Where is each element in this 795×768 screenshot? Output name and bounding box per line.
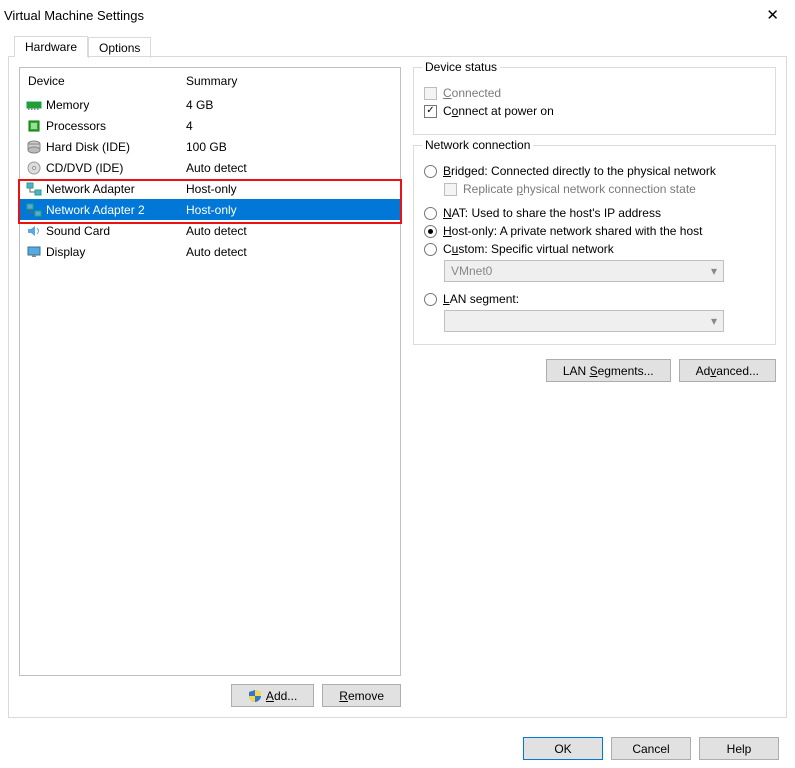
device-name: Hard Disk (IDE) (46, 140, 186, 154)
nic-icon (26, 181, 42, 197)
lansegment-radio[interactable] (424, 293, 437, 306)
header-device: Device (28, 74, 186, 88)
device-summary: Auto detect (186, 224, 396, 238)
lansegment-radio-row[interactable]: LAN segment: (424, 292, 765, 306)
connect-power-label: Connect at power on (443, 104, 554, 118)
hostonly-label: Host-only: A private network shared with… (443, 224, 702, 238)
header-summary: Summary (186, 74, 392, 88)
device-name: Display (46, 245, 186, 259)
nat-radio-row[interactable]: NAT: Used to share the host's IP address (424, 206, 765, 220)
device-summary: 4 GB (186, 98, 396, 112)
device-list-header: Device Summary (20, 68, 400, 94)
advanced-button[interactable]: Advanced... (679, 359, 776, 382)
lansegment-combo: ▾ (444, 310, 724, 332)
device-name: CD/DVD (IDE) (46, 161, 186, 175)
device-list[interactable]: Device Summary Memory4 GBProcessors4Hard… (19, 67, 401, 676)
sound-icon (26, 223, 42, 239)
device-row[interactable]: Memory4 GB (20, 94, 400, 115)
hostonly-radio-row[interactable]: Host-only: A private network shared with… (424, 224, 765, 238)
hostonly-radio[interactable] (424, 225, 437, 238)
device-status-title: Device status (422, 60, 500, 74)
device-summary: Host-only (186, 182, 396, 196)
connected-label: Connected (443, 86, 501, 100)
network-connection-group: Network connection Bridged: Connected di… (413, 145, 776, 345)
device-summary: Auto detect (186, 245, 396, 259)
tab-hardware[interactable]: Hardware (14, 36, 88, 57)
add-button[interactable]: Add... (231, 684, 314, 707)
nic-icon (26, 202, 42, 218)
bridged-radio-row[interactable]: Bridged: Connected directly to the physi… (424, 164, 765, 178)
custom-network-value: VMnet0 (451, 264, 492, 278)
hdd-icon (26, 139, 42, 155)
device-summary: Auto detect (186, 161, 396, 175)
device-name: Network Adapter 2 (46, 203, 186, 217)
device-row[interactable]: CD/DVD (IDE)Auto detect (20, 157, 400, 178)
nat-radio[interactable] (424, 207, 437, 220)
replicate-checkbox (444, 183, 457, 196)
help-button[interactable]: Help (699, 737, 779, 760)
cd-icon (26, 160, 42, 176)
device-row[interactable]: Sound CardAuto detect (20, 220, 400, 241)
tab-strip: Hardware Options (14, 34, 787, 56)
replicate-checkbox-row: Replicate physical network connection st… (444, 182, 765, 196)
device-name: Processors (46, 119, 186, 133)
advanced-label: Advanced... (696, 364, 759, 378)
add-button-label: Add... (266, 689, 297, 703)
connect-power-checkbox[interactable]: ✓ (424, 105, 437, 118)
window-title: Virtual Machine Settings (4, 8, 144, 23)
lan-segments-label: LAN Segments... (563, 364, 654, 378)
connected-checkbox (424, 87, 437, 100)
tab-options[interactable]: Options (88, 37, 151, 58)
remove-button-label: Remove (339, 689, 384, 703)
custom-network-combo: VMnet0 ▾ (444, 260, 724, 282)
device-status-group: Device status Connected ✓ Connect at pow… (413, 67, 776, 135)
remove-button[interactable]: Remove (322, 684, 401, 707)
cpu-icon (26, 118, 42, 134)
connect-power-checkbox-row[interactable]: ✓ Connect at power on (424, 104, 765, 118)
replicate-label: Replicate physical network connection st… (463, 182, 696, 196)
custom-radio-row[interactable]: Custom: Specific virtual network (424, 242, 765, 256)
device-name: Memory (46, 98, 186, 112)
chevron-down-icon: ▾ (711, 264, 717, 278)
device-summary: 100 GB (186, 140, 396, 154)
ok-button[interactable]: OK (523, 737, 603, 760)
close-icon[interactable]: ✕ (758, 4, 787, 26)
device-row[interactable]: Network Adapter 2Host-only (20, 199, 400, 220)
device-summary: Host-only (186, 203, 396, 217)
custom-radio[interactable] (424, 243, 437, 256)
display-icon (26, 244, 42, 260)
device-row[interactable]: Network AdapterHost-only (20, 178, 400, 199)
lansegment-label: LAN segment: (443, 292, 519, 306)
chevron-down-icon: ▾ (711, 314, 717, 328)
device-row[interactable]: Processors4 (20, 115, 400, 136)
hardware-panel: Device Summary Memory4 GBProcessors4Hard… (8, 56, 787, 718)
cancel-button[interactable]: Cancel (611, 737, 691, 760)
nat-label: NAT: Used to share the host's IP address (443, 206, 661, 220)
shield-icon (248, 689, 262, 703)
titlebar: Virtual Machine Settings ✕ (0, 0, 795, 28)
custom-label: Custom: Specific virtual network (443, 242, 614, 256)
dialog-button-bar: OK Cancel Help (523, 737, 779, 760)
device-name: Network Adapter (46, 182, 186, 196)
device-name: Sound Card (46, 224, 186, 238)
device-row[interactable]: Hard Disk (IDE)100 GB (20, 136, 400, 157)
network-connection-title: Network connection (422, 138, 533, 152)
device-row[interactable]: DisplayAuto detect (20, 241, 400, 262)
bridged-label: Bridged: Connected directly to the physi… (443, 164, 716, 178)
device-summary: 4 (186, 119, 396, 133)
memory-icon (26, 97, 42, 113)
lan-segments-button[interactable]: LAN Segments... (546, 359, 671, 382)
connected-checkbox-row: Connected (424, 86, 765, 100)
bridged-radio[interactable] (424, 165, 437, 178)
